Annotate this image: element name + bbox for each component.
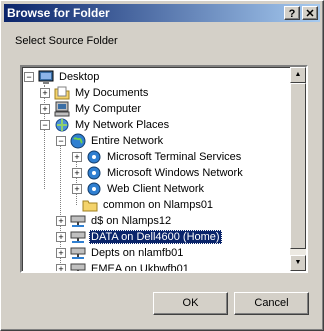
scroll-thumb[interactable] xyxy=(290,83,306,249)
tree-item-label: Desktop xyxy=(59,71,100,83)
tree-item-label: My Documents xyxy=(75,87,149,99)
expand-toggle[interactable]: + xyxy=(72,152,82,162)
tree-item-label: Web Client Network xyxy=(107,183,204,195)
folder-icon xyxy=(82,197,98,213)
tree-item-emea-on-ukbwfb01[interactable]: + EMEA on Ukbwfb01 xyxy=(56,261,191,273)
tree-item-my-documents[interactable]: + My Documents xyxy=(40,85,150,101)
tree-item-my-network-places[interactable]: − My Network Places xyxy=(40,117,171,133)
vertical-scrollbar[interactable]: ▲ ▼ xyxy=(290,67,306,271)
tree-item-my-computer[interactable]: + My Computer xyxy=(40,101,143,117)
desktop-icon xyxy=(38,69,54,85)
expand-toggle[interactable]: + xyxy=(56,232,66,242)
network-icon xyxy=(86,149,102,165)
globe-icon xyxy=(70,133,86,149)
network-drive-icon xyxy=(70,229,86,245)
help-button[interactable]: ? xyxy=(284,6,300,20)
expand-toggle[interactable]: + xyxy=(72,184,82,194)
cancel-button[interactable]: Cancel xyxy=(234,292,309,315)
expand-toggle[interactable]: + xyxy=(72,168,82,178)
network-places-icon xyxy=(54,117,70,133)
expand-toggle[interactable]: + xyxy=(56,264,66,271)
collapse-toggle[interactable]: − xyxy=(40,120,50,130)
tree-item-entire-network[interactable]: − Entire Network xyxy=(56,133,165,149)
ok-button[interactable]: OK xyxy=(153,292,228,315)
prompt-text: Select Source Folder xyxy=(15,35,118,47)
tree-item-microsoft-windows-network[interactable]: + Microsoft Windows Network xyxy=(72,165,245,181)
scroll-down-button[interactable]: ▼ xyxy=(290,255,306,271)
tree-item-web-client-network[interactable]: + Web Client Network xyxy=(72,181,206,197)
expand-toggle[interactable]: + xyxy=(56,248,66,258)
folder-documents-icon xyxy=(54,85,70,101)
tree-item-label: My Computer xyxy=(75,103,142,115)
network-drive-icon xyxy=(70,261,86,271)
expand-toggle[interactable]: + xyxy=(40,88,50,98)
tree-item-data-on-dell4600[interactable]: + DATA on Dell4600 (Home) xyxy=(56,229,222,245)
tree-item-label: My Network Places xyxy=(75,119,170,131)
tree-item-label: Entire Network xyxy=(91,135,164,147)
tree-item-label: d$ on Nlamps12 xyxy=(91,215,172,227)
expand-toggle[interactable]: + xyxy=(40,104,50,114)
computer-icon xyxy=(54,101,70,117)
browse-folder-dialog: Browse for Folder ? ✕ Select Source Fold… xyxy=(0,0,324,331)
tree-item-label: Microsoft Windows Network xyxy=(107,167,243,179)
expand-toggle[interactable]: + xyxy=(56,216,66,226)
tree-item-common-on-nlamps01[interactable]: common on Nlamps01 xyxy=(72,197,215,213)
tree-item-microsoft-terminal-services[interactable]: + Microsoft Terminal Services xyxy=(72,149,243,165)
tree-item-depts-on-nlamfb01[interactable]: + Depts on nlamfb01 xyxy=(56,245,185,261)
network-icon xyxy=(86,165,102,181)
collapse-toggle[interactable]: − xyxy=(24,72,34,82)
network-icon xyxy=(86,181,102,197)
tree-item-label-selected: DATA on Dell4600 (Home) xyxy=(89,230,222,244)
tree-item-label: Depts on nlamfb01 xyxy=(91,247,184,259)
collapse-toggle[interactable]: − xyxy=(56,136,66,146)
window-title: Browse for Folder xyxy=(7,6,110,20)
network-drive-icon xyxy=(70,213,86,229)
tree-item-label: Microsoft Terminal Services xyxy=(107,151,242,163)
close-button[interactable]: ✕ xyxy=(302,6,318,20)
scroll-up-button[interactable]: ▲ xyxy=(290,67,306,83)
tree-item-label: common on Nlamps01 xyxy=(103,199,214,211)
tree-item-d-on-nlamps12[interactable]: + d$ on Nlamps12 xyxy=(56,213,173,229)
tree-item-desktop[interactable]: − Desktop xyxy=(24,69,101,85)
folder-tree[interactable]: − Desktop + My Documents + My Computer − xyxy=(20,65,308,273)
network-drive-icon xyxy=(70,245,86,261)
tree-item-label: EMEA on Ukbwfb01 xyxy=(91,263,189,273)
title-bar[interactable]: Browse for Folder ? ✕ xyxy=(4,4,320,22)
